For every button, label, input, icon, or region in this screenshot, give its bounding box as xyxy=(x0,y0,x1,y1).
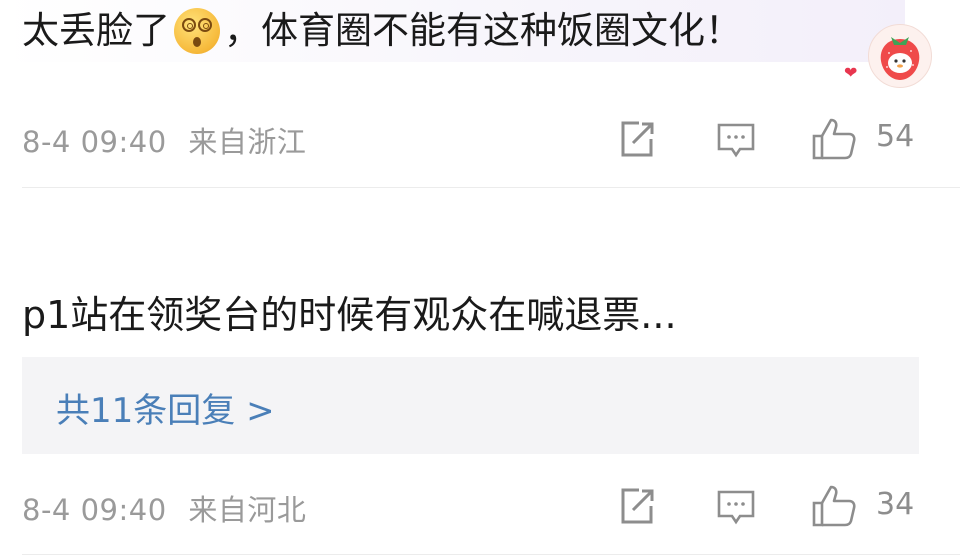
comment-icon[interactable] xyxy=(716,488,756,528)
comment-1-date: 8-4 09:40 xyxy=(22,125,167,159)
comment-icon[interactable] xyxy=(716,121,756,161)
strawberry-avatar-icon xyxy=(880,37,920,80)
strawberry-avatar[interactable] xyxy=(868,24,932,88)
comment-2-location: 来自河北 xyxy=(188,493,307,527)
comment-1-like-count: 54 xyxy=(876,119,915,154)
thumbs-up-icon[interactable] xyxy=(811,483,857,529)
comment-2-date: 8-4 09:40 xyxy=(22,493,167,527)
view-replies-link[interactable]: 共11条回复 > xyxy=(56,383,275,432)
dizzy-face-emoji-icon xyxy=(174,8,220,54)
comment-1-location: 来自浙江 xyxy=(188,125,307,159)
share-icon[interactable] xyxy=(617,119,657,159)
comment-2-like-count: 34 xyxy=(876,487,915,522)
comment-2-text: p1站在领奖台的时候有观众在喊退票... xyxy=(22,293,677,337)
comment-1-text: 太丢脸了 ，体育圈不能有这种饭圈文化！ xyxy=(22,6,742,56)
comment-2-meta: 8-4 09:40 来自河北 xyxy=(22,487,306,529)
share-icon[interactable] xyxy=(617,486,657,526)
heart-badge-icon: ❤ xyxy=(844,63,858,82)
divider xyxy=(22,187,960,188)
comment-1-text-before: 太丢脸了 xyxy=(22,9,170,52)
comment-1-meta: 8-4 09:40 来自浙江 xyxy=(22,119,306,161)
thumbs-up-icon[interactable] xyxy=(811,116,857,162)
comment-1-text-after: ，体育圈不能有这种饭圈文化！ xyxy=(224,9,742,52)
divider xyxy=(22,554,960,555)
